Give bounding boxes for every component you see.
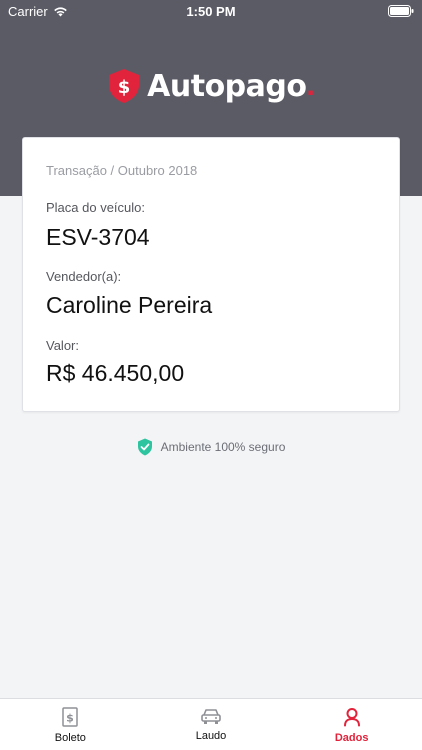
seller-label: Vendedor(a):	[46, 269, 122, 284]
shield-check-icon	[137, 438, 152, 456]
status-bar: Carrier 1:50 PM	[0, 0, 422, 24]
brand-dot: .	[306, 69, 315, 102]
tab-bar: $ Boleto Laudo Dados	[0, 698, 422, 750]
status-time: 1:50 PM	[186, 4, 236, 19]
transaction-period: Transação / Outubro 2018	[46, 163, 198, 178]
tab-boleto[interactable]: $ Boleto	[0, 699, 141, 750]
shield-dollar-icon: $	[109, 69, 140, 103]
car-icon	[201, 709, 221, 724]
tab-dados[interactable]: Dados	[281, 699, 422, 750]
svg-text:$: $	[118, 77, 131, 98]
battery-icon	[388, 5, 414, 20]
tab-boleto-label: Boleto	[54, 732, 86, 744]
brand-logo: $ Autopago .	[0, 68, 422, 104]
tab-laudo[interactable]: Laudo	[141, 699, 282, 750]
amount-value: R$ 46.450,00	[46, 360, 185, 386]
brand-name: Autopago	[147, 68, 307, 104]
secure-badge: Ambiente 100% seguro	[0, 438, 422, 456]
tab-laudo-label: Laudo	[195, 730, 227, 742]
user-icon	[343, 708, 360, 727]
plate-value: ESV-3704	[46, 224, 150, 250]
amount-label: Valor:	[46, 338, 79, 353]
tab-dados-label: Dados	[334, 732, 369, 744]
svg-text:$: $	[67, 712, 75, 725]
transaction-card: Transação / Outubro 2018 Placa do veícul…	[22, 137, 400, 412]
seller-value: Caroline Pereira	[46, 292, 213, 318]
secure-text: Ambiente 100% seguro	[160, 440, 286, 454]
boleto-icon: $	[62, 707, 79, 727]
plate-label: Placa do veículo:	[46, 200, 146, 215]
